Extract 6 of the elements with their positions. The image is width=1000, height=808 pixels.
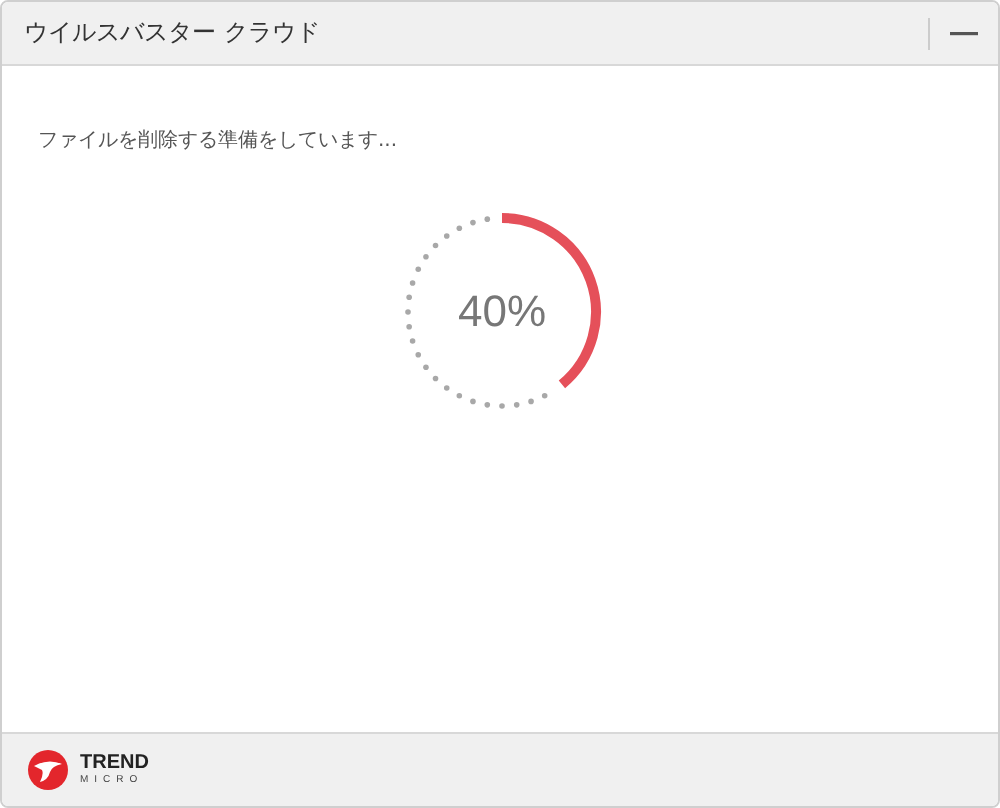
window-title: ウイルスバスター クラウド bbox=[24, 16, 322, 50]
logo-icon bbox=[26, 748, 70, 792]
progress-percentage: 40% bbox=[457, 286, 547, 338]
logo-text: TREND bbox=[80, 754, 149, 774]
status-message: ファイルを削除する準備をしています... bbox=[38, 127, 400, 154]
minimize-icon bbox=[950, 29, 978, 37]
